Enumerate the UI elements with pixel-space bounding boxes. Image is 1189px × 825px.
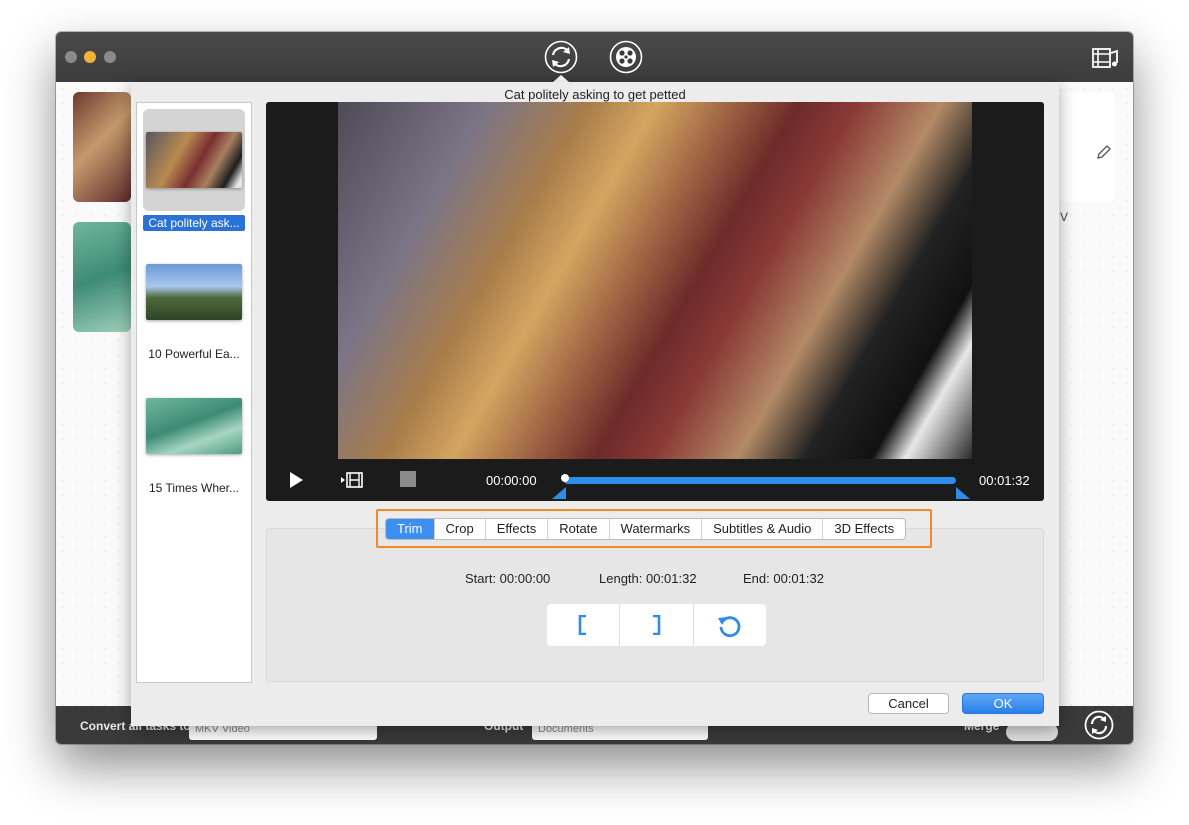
file-thumbnail — [146, 132, 242, 188]
trim-end-marker[interactable] — [956, 487, 970, 499]
trim-length-text: Length: 00:01:32 — [599, 571, 697, 586]
dvd-burn-icon[interactable] — [609, 40, 643, 74]
stop-icon[interactable] — [400, 471, 416, 487]
minimize-window-button[interactable] — [84, 51, 96, 63]
file-list-item[interactable]: 10 Powerful Ea... — [143, 241, 245, 361]
seek-bar-fill — [564, 477, 956, 484]
file-thumbnail-wrapper — [143, 241, 245, 343]
video-player: 00:00:00 00:01:32 — [266, 102, 1044, 501]
title-bar — [56, 32, 1133, 82]
file-list-item[interactable]: Cat politely ask... — [143, 109, 245, 231]
ok-button[interactable]: OK — [962, 693, 1044, 714]
seek-bar[interactable] — [564, 477, 956, 484]
file-list-label: 10 Powerful Ea... — [148, 347, 240, 361]
task-format-text: V — [1060, 210, 1069, 224]
total-time: 00:01:32 — [979, 473, 1030, 488]
convert-icon[interactable] — [544, 40, 578, 74]
reset-icon — [717, 616, 741, 638]
reset-trim-button[interactable] — [692, 604, 766, 646]
bracket-left-icon — [578, 615, 587, 635]
trim-button-group — [547, 604, 766, 646]
file-list-sidebar: Cat politely ask... 10 Powerful Ea... 15… — [136, 102, 252, 683]
file-list-item[interactable]: 15 Times Wher... — [143, 375, 245, 495]
zoom-window-button[interactable] — [104, 51, 116, 63]
snapshot-film-icon[interactable] — [340, 470, 364, 490]
tab-effects[interactable]: Effects — [484, 519, 548, 539]
tab-rotate[interactable]: Rotate — [547, 519, 608, 539]
set-end-button[interactable] — [619, 604, 692, 646]
file-list-label: Cat politely ask... — [143, 215, 245, 231]
tab-3d-effects[interactable]: 3D Effects — [822, 519, 905, 539]
tab-subtitles-audio[interactable]: Subtitles & Audio — [701, 519, 822, 539]
video-preview[interactable] — [338, 102, 972, 459]
tab-watermarks[interactable]: Watermarks — [608, 519, 702, 539]
dialog-title: Cat politely asking to get petted — [504, 87, 686, 102]
file-list-label: 15 Times Wher... — [148, 481, 240, 495]
tab-crop[interactable]: Crop — [433, 519, 485, 539]
active-mode-indicator — [553, 75, 569, 82]
file-thumbnail-wrapper — [143, 109, 245, 211]
edit-tab-bar: Trim Crop Effects Rotate Watermarks Subt… — [385, 518, 907, 540]
set-start-button[interactable] — [547, 604, 619, 646]
pencil-icon[interactable] — [1096, 144, 1112, 160]
task-thumbnail[interactable] — [73, 92, 131, 202]
file-thumbnail-wrapper — [143, 375, 245, 477]
play-icon[interactable] — [286, 470, 306, 490]
start-convert-icon[interactable] — [1084, 710, 1114, 740]
bracket-right-icon — [653, 615, 661, 635]
tab-trim[interactable]: Trim — [386, 519, 434, 539]
cancel-button[interactable]: Cancel — [868, 693, 949, 714]
trim-start-marker[interactable] — [552, 487, 566, 499]
file-thumbnail — [146, 398, 242, 454]
task-thumbnail[interactable] — [73, 222, 131, 332]
media-browser-icon[interactable] — [1091, 45, 1119, 71]
current-time: 00:00:00 — [486, 473, 537, 488]
seek-knob[interactable] — [561, 474, 569, 482]
close-window-button[interactable] — [65, 51, 77, 63]
trim-start-text: Start: 00:00:00 — [465, 571, 551, 586]
file-thumbnail — [146, 264, 242, 320]
edit-dialog: Cat politely asking to get petted Cat po… — [131, 82, 1059, 726]
trim-end-text: End: 00:01:32 — [743, 571, 824, 586]
